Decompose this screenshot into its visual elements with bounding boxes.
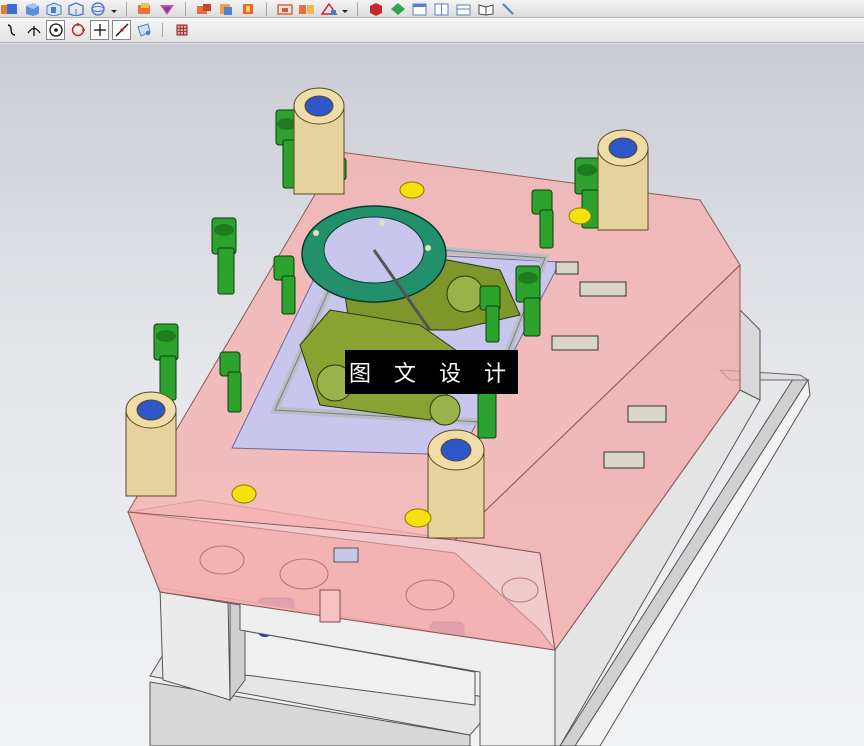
curve-snap-icon[interactable] [2, 20, 21, 40]
mold-assembly-model [125, 87, 811, 746]
layout-icon[interactable] [297, 1, 317, 16]
mold-base-icon[interactable] [135, 1, 155, 16]
point-snap-icon[interactable] [90, 20, 109, 40]
dropdown-arrow-icon[interactable] [110, 1, 118, 16]
toolbar-separator [266, 1, 267, 16]
intersection-snap-icon[interactable] [24, 20, 43, 40]
line-snap-icon[interactable] [112, 20, 131, 40]
cube-icon[interactable] [22, 1, 42, 16]
shaded-box-icon[interactable] [0, 1, 20, 16]
layer-icon[interactable] [454, 1, 474, 16]
core-icon[interactable] [216, 1, 236, 16]
graphics-viewport[interactable]: 图 文 设 计 [0, 44, 864, 746]
quadrant-snap-icon[interactable] [68, 20, 87, 40]
pointer-icon[interactable] [498, 1, 518, 16]
toolbar-separator [162, 23, 163, 37]
window-split-icon[interactable] [432, 1, 452, 16]
window-icon[interactable] [410, 1, 430, 16]
green-diamond-icon[interactable] [388, 1, 408, 16]
toolbar-separator [185, 1, 186, 16]
toolbar-separator [357, 1, 358, 16]
insert-icon[interactable] [238, 1, 258, 16]
parting-icon[interactable] [157, 1, 177, 16]
draft-icon[interactable] [319, 1, 339, 16]
wireframe-view-icon[interactable] [66, 1, 86, 16]
dropdown-arrow-icon[interactable] [341, 1, 349, 16]
center-snap-icon[interactable] [46, 20, 65, 40]
shaded-view-icon[interactable] [44, 1, 64, 16]
face-snap-icon[interactable] [134, 20, 153, 40]
snap-toolbar [0, 18, 864, 43]
cavity-icon[interactable] [194, 1, 214, 16]
sphere-view-icon[interactable] [88, 1, 108, 16]
workpiece-icon[interactable] [275, 1, 295, 16]
main-toolbar [0, 0, 864, 18]
watermark-label: 图 文 设 计 [345, 350, 518, 394]
toolbar-separator [126, 1, 127, 16]
grid-icon[interactable] [172, 20, 191, 40]
red-box-icon[interactable] [366, 1, 386, 16]
book-icon[interactable] [476, 1, 496, 16]
